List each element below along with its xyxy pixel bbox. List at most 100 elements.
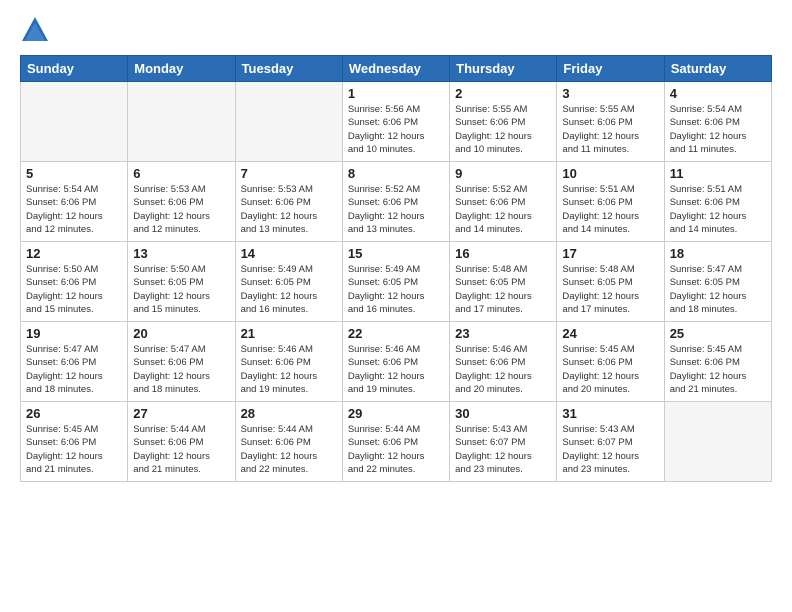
calendar-cell: 8 Sunrise: 5:52 AM Sunset: 6:06 PM Daylig… — [342, 162, 449, 242]
day-info: Sunrise: 5:55 AM Sunset: 6:06 PM Dayligh… — [562, 103, 658, 156]
calendar-cell: 13 Sunrise: 5:50 AM Sunset: 6:05 PM Dayli… — [128, 242, 235, 322]
calendar-week-row: 12 Sunrise: 5:50 AM Sunset: 6:06 PM Dayli… — [21, 242, 772, 322]
day-number: 13 — [133, 246, 229, 261]
logo-icon — [20, 15, 50, 45]
calendar-cell: 12 Sunrise: 5:50 AM Sunset: 6:06 PM Dayli… — [21, 242, 128, 322]
day-info: Sunrise: 5:50 AM Sunset: 6:05 PM Dayligh… — [133, 263, 229, 316]
day-info: Sunrise: 5:47 AM Sunset: 6:06 PM Dayligh… — [133, 343, 229, 396]
calendar-cell: 25 Sunrise: 5:45 AM Sunset: 6:06 PM Dayli… — [664, 322, 771, 402]
calendar-header: SundayMondayTuesdayWednesdayThursdayFrid… — [21, 56, 772, 82]
calendar-cell: 18 Sunrise: 5:47 AM Sunset: 6:05 PM Dayli… — [664, 242, 771, 322]
calendar-cell — [235, 82, 342, 162]
calendar-cell: 11Sunrise: 5:51 AM Sunset: 6:06 PM Dayli… — [664, 162, 771, 242]
day-info: Sunrise: 5:45 AM Sunset: 6:06 PM Dayligh… — [26, 423, 122, 476]
calendar-cell: 29Sunrise: 5:44 AM Sunset: 6:06 PM Dayli… — [342, 402, 449, 482]
day-number: 9 — [455, 166, 551, 181]
calendar-table: SundayMondayTuesdayWednesdayThursdayFrid… — [20, 55, 772, 482]
weekday-header-row: SundayMondayTuesdayWednesdayThursdayFrid… — [21, 56, 772, 82]
day-info: Sunrise: 5:51 AM Sunset: 6:06 PM Dayligh… — [562, 183, 658, 236]
day-info: Sunrise: 5:53 AM Sunset: 6:06 PM Dayligh… — [241, 183, 337, 236]
calendar-cell — [21, 82, 128, 162]
day-info: Sunrise: 5:53 AM Sunset: 6:06 PM Dayligh… — [133, 183, 229, 236]
day-number: 25 — [670, 326, 766, 341]
day-info: Sunrise: 5:47 AM Sunset: 6:05 PM Dayligh… — [670, 263, 766, 316]
day-number: 22 — [348, 326, 444, 341]
day-number: 1 — [348, 86, 444, 101]
day-info: Sunrise: 5:47 AM Sunset: 6:06 PM Dayligh… — [26, 343, 122, 396]
calendar-cell: 3 Sunrise: 5:55 AM Sunset: 6:06 PM Daylig… — [557, 82, 664, 162]
calendar-cell: 15Sunrise: 5:49 AM Sunset: 6:05 PM Dayli… — [342, 242, 449, 322]
weekday-header-thursday: Thursday — [450, 56, 557, 82]
day-number: 17 — [562, 246, 658, 261]
logo — [20, 15, 54, 45]
day-number: 18 — [670, 246, 766, 261]
calendar-cell: 20 Sunrise: 5:47 AM Sunset: 6:06 PM Dayli… — [128, 322, 235, 402]
day-number: 10 — [562, 166, 658, 181]
calendar-cell: 4Sunrise: 5:54 AM Sunset: 6:06 PM Daylig… — [664, 82, 771, 162]
calendar-cell: 10 Sunrise: 5:51 AM Sunset: 6:06 PM Dayli… — [557, 162, 664, 242]
page: SundayMondayTuesdayWednesdayThursdayFrid… — [0, 0, 792, 612]
day-info: Sunrise: 5:56 AM Sunset: 6:06 PM Dayligh… — [348, 103, 444, 156]
calendar-cell: 7 Sunrise: 5:53 AM Sunset: 6:06 PM Daylig… — [235, 162, 342, 242]
day-number: 28 — [241, 406, 337, 421]
day-info: Sunrise: 5:45 AM Sunset: 6:06 PM Dayligh… — [562, 343, 658, 396]
day-info: Sunrise: 5:52 AM Sunset: 6:06 PM Dayligh… — [348, 183, 444, 236]
day-info: Sunrise: 5:46 AM Sunset: 6:06 PM Dayligh… — [348, 343, 444, 396]
day-number: 16 — [455, 246, 551, 261]
day-number: 15 — [348, 246, 444, 261]
calendar-cell: 2 Sunrise: 5:55 AM Sunset: 6:06 PM Daylig… — [450, 82, 557, 162]
calendar-cell: 14Sunrise: 5:49 AM Sunset: 6:05 PM Dayli… — [235, 242, 342, 322]
calendar-cell: 28 Sunrise: 5:44 AM Sunset: 6:06 PM Dayli… — [235, 402, 342, 482]
day-number: 8 — [348, 166, 444, 181]
calendar-cell — [664, 402, 771, 482]
calendar-cell: 24 Sunrise: 5:45 AM Sunset: 6:06 PM Dayli… — [557, 322, 664, 402]
weekday-header-monday: Monday — [128, 56, 235, 82]
day-number: 23 — [455, 326, 551, 341]
day-number: 7 — [241, 166, 337, 181]
day-info: Sunrise: 5:49 AM Sunset: 6:05 PM Dayligh… — [241, 263, 337, 316]
calendar-cell: 23 Sunrise: 5:46 AM Sunset: 6:06 PM Dayli… — [450, 322, 557, 402]
day-number: 2 — [455, 86, 551, 101]
calendar-cell — [128, 82, 235, 162]
day-info: Sunrise: 5:44 AM Sunset: 6:06 PM Dayligh… — [241, 423, 337, 476]
calendar-cell: 21Sunrise: 5:46 AM Sunset: 6:06 PM Dayli… — [235, 322, 342, 402]
day-info: Sunrise: 5:44 AM Sunset: 6:06 PM Dayligh… — [133, 423, 229, 476]
day-info: Sunrise: 5:46 AM Sunset: 6:06 PM Dayligh… — [455, 343, 551, 396]
weekday-header-tuesday: Tuesday — [235, 56, 342, 82]
weekday-header-saturday: Saturday — [664, 56, 771, 82]
day-number: 31 — [562, 406, 658, 421]
day-info: Sunrise: 5:46 AM Sunset: 6:06 PM Dayligh… — [241, 343, 337, 396]
day-info: Sunrise: 5:51 AM Sunset: 6:06 PM Dayligh… — [670, 183, 766, 236]
day-info: Sunrise: 5:52 AM Sunset: 6:06 PM Dayligh… — [455, 183, 551, 236]
calendar-body: 1 Sunrise: 5:56 AM Sunset: 6:06 PM Daylig… — [21, 82, 772, 482]
calendar-cell: 17Sunrise: 5:48 AM Sunset: 6:05 PM Dayli… — [557, 242, 664, 322]
calendar-cell: 5 Sunrise: 5:54 AM Sunset: 6:06 PM Daylig… — [21, 162, 128, 242]
day-number: 19 — [26, 326, 122, 341]
weekday-header-wednesday: Wednesday — [342, 56, 449, 82]
day-info: Sunrise: 5:54 AM Sunset: 6:06 PM Dayligh… — [26, 183, 122, 236]
calendar-cell: 16Sunrise: 5:48 AM Sunset: 6:05 PM Dayli… — [450, 242, 557, 322]
day-number: 29 — [348, 406, 444, 421]
day-number: 12 — [26, 246, 122, 261]
day-number: 5 — [26, 166, 122, 181]
day-number: 27 — [133, 406, 229, 421]
calendar-cell: 22 Sunrise: 5:46 AM Sunset: 6:06 PM Dayli… — [342, 322, 449, 402]
day-number: 3 — [562, 86, 658, 101]
calendar-cell: 1 Sunrise: 5:56 AM Sunset: 6:06 PM Daylig… — [342, 82, 449, 162]
weekday-header-friday: Friday — [557, 56, 664, 82]
day-number: 20 — [133, 326, 229, 341]
calendar-cell: 26 Sunrise: 5:45 AM Sunset: 6:06 PM Dayli… — [21, 402, 128, 482]
calendar-cell: 27 Sunrise: 5:44 AM Sunset: 6:06 PM Dayli… — [128, 402, 235, 482]
day-info: Sunrise: 5:43 AM Sunset: 6:07 PM Dayligh… — [562, 423, 658, 476]
day-info: Sunrise: 5:55 AM Sunset: 6:06 PM Dayligh… — [455, 103, 551, 156]
day-info: Sunrise: 5:54 AM Sunset: 6:06 PM Dayligh… — [670, 103, 766, 156]
day-info: Sunrise: 5:50 AM Sunset: 6:06 PM Dayligh… — [26, 263, 122, 316]
calendar-cell: 6Sunrise: 5:53 AM Sunset: 6:06 PM Daylig… — [128, 162, 235, 242]
day-info: Sunrise: 5:45 AM Sunset: 6:06 PM Dayligh… — [670, 343, 766, 396]
calendar-week-row: 5 Sunrise: 5:54 AM Sunset: 6:06 PM Daylig… — [21, 162, 772, 242]
day-number: 30 — [455, 406, 551, 421]
day-number: 26 — [26, 406, 122, 421]
day-number: 24 — [562, 326, 658, 341]
header — [20, 15, 772, 45]
calendar-week-row: 19 Sunrise: 5:47 AM Sunset: 6:06 PM Dayli… — [21, 322, 772, 402]
